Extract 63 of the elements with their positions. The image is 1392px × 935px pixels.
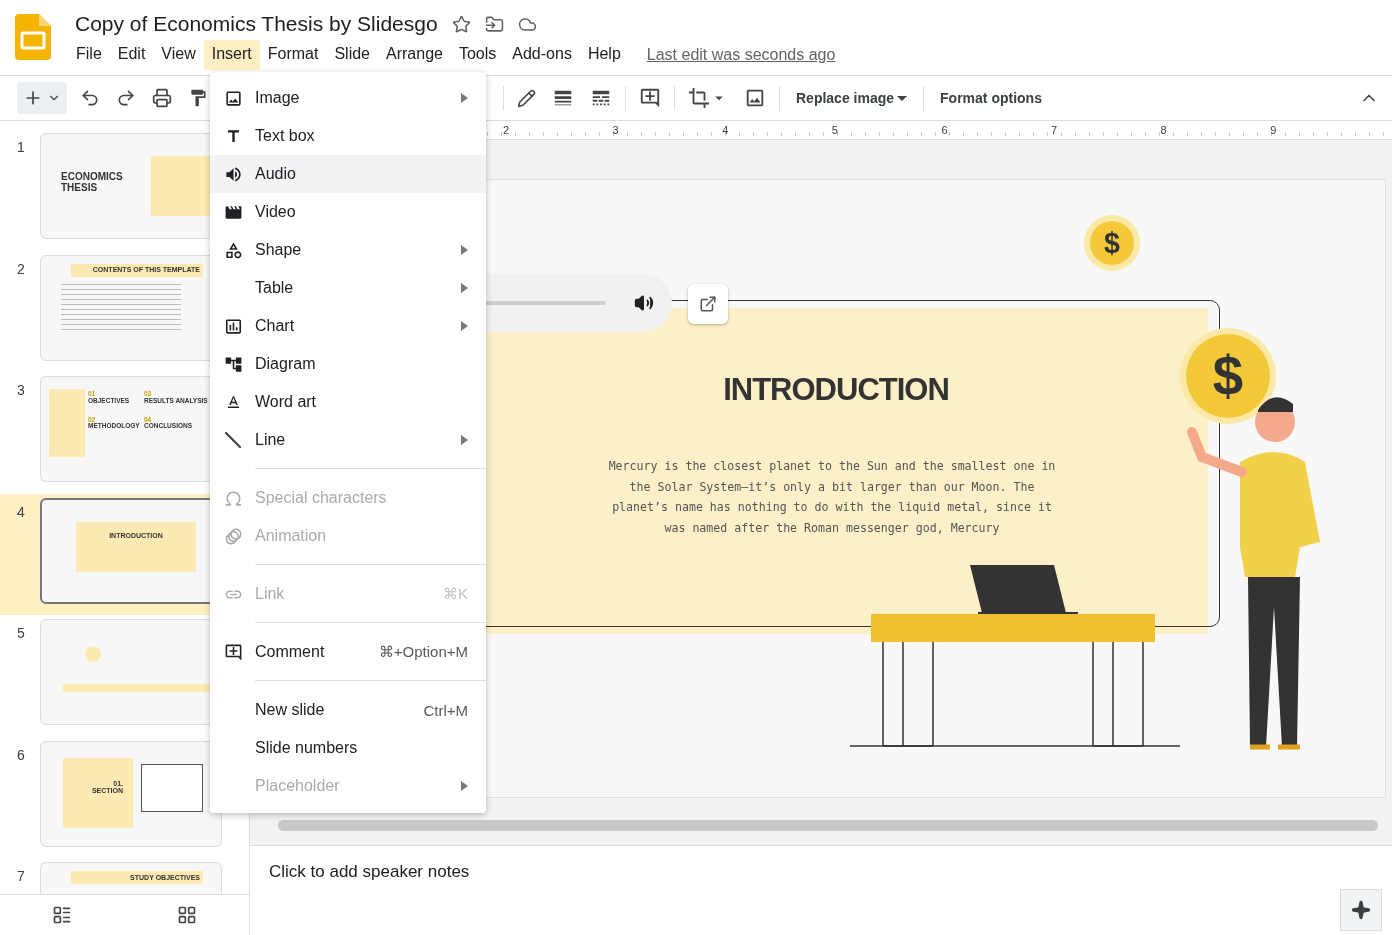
slide-number: 4	[16, 502, 26, 522]
speaker-notes-placeholder[interactable]: Click to add speaker notes	[269, 862, 470, 881]
illustration-placeholder	[49, 389, 85, 457]
menu-item[interactable]: File	[68, 40, 110, 70]
move-folder-icon[interactable]	[484, 14, 504, 34]
shortcut-text: Ctrl+M	[423, 701, 468, 719]
ruler-number: 5	[831, 124, 839, 136]
menu-item[interactable]: Format	[259, 40, 327, 70]
slide-number: 3	[16, 381, 26, 400]
format-options-button[interactable]: Format options	[934, 86, 1048, 110]
thumbnail-text: THESIS	[61, 182, 99, 193]
open-link-button[interactable]	[688, 284, 728, 324]
line-icon	[224, 431, 242, 449]
horizontal-scrollbar[interactable]	[278, 820, 1378, 831]
circles-icon	[224, 526, 243, 546]
dollar-sign: $	[1212, 345, 1244, 407]
slide-body-text[interactable]: Mercury is the closest planet to the Sun and the smallest one in the Solar System—it’s only a bit larger than our Moon. The planet’s name has nothing to do with the liquid metal, since it was named after the Roman messenger god, Mercury	[604, 456, 1060, 539]
menu-item[interactable]: Insert	[203, 40, 260, 70]
bar-chart-icon	[224, 316, 243, 336]
slide-number: 2	[16, 259, 26, 279]
shortcut-text: ⌘+Option+M	[378, 643, 468, 661]
menu-option[interactable]: Image	[210, 79, 486, 117]
slide-title[interactable]: INTRODUCTION	[636, 372, 1036, 408]
caret-icon	[897, 95, 908, 101]
add-comment-icon	[224, 642, 243, 662]
illustration-placeholder	[151, 156, 211, 216]
menu-item[interactable]: Add-ons	[504, 40, 580, 70]
thumbnail-text: ECONOMICS	[61, 172, 123, 183]
document-title[interactable]: Copy of Economics Thesis by Slidesgo	[75, 12, 438, 36]
ruler-number: 2	[503, 124, 511, 136]
slide-number: 5	[16, 624, 26, 643]
last-edit-link[interactable]: Last edit was seconds ago	[646, 46, 836, 64]
diagram-icon	[224, 354, 243, 374]
slide-number: 7	[16, 867, 26, 886]
star-icon[interactable]	[451, 14, 471, 34]
menu-item[interactable]: Tools	[450, 40, 505, 70]
shapes-icon	[224, 240, 243, 260]
menu-option[interactable]: New slide Ctrl+M	[210, 691, 486, 729]
new-slide-button[interactable]	[17, 82, 67, 114]
image-icon	[224, 88, 243, 108]
menu-option[interactable]: Audio	[210, 155, 486, 193]
replace-image-button[interactable]: Replace image	[790, 86, 914, 110]
ruler-number: 4	[722, 124, 730, 136]
dollar-sign: $	[1104, 227, 1120, 259]
menu-item[interactable]: Help	[579, 40, 629, 70]
external-link-icon	[699, 295, 717, 313]
ruler-number: 3	[612, 124, 620, 136]
ruler-number: 6	[941, 124, 949, 136]
menu-item[interactable]: Slide	[326, 40, 378, 70]
ruler-number: 7	[1050, 124, 1059, 136]
slide-number: 6	[16, 745, 26, 765]
shortcut-text: ⌘K	[443, 585, 468, 603]
omega-icon	[224, 488, 243, 508]
menu-item[interactable]: Arrange	[378, 40, 451, 70]
menu-option[interactable]: Comment ⌘+Option+M	[210, 633, 486, 671]
ruler-number: 8	[1160, 124, 1168, 136]
menu-item[interactable]: Edit	[109, 40, 154, 70]
menu-item[interactable]: View	[153, 40, 204, 70]
speaker-icon[interactable]	[634, 293, 654, 313]
slide-number: 1	[16, 138, 26, 157]
explore-button[interactable]	[1340, 889, 1382, 931]
sparkle-icon	[1351, 900, 1371, 920]
ruler-number: 9	[1270, 124, 1278, 136]
